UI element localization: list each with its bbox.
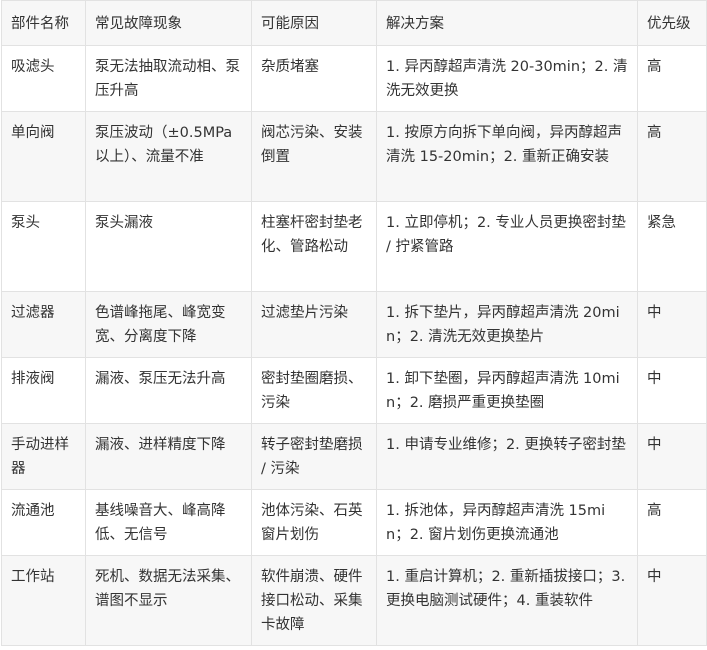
- cell-solution: 1. 立即停机；2. 专业人员更换密封垫 / 拧紧管路: [376, 201, 638, 292]
- cell-priority: 中: [637, 423, 707, 490]
- cell-possible-cause: 过滤垫片污染: [251, 291, 377, 358]
- cell-solution: 1. 拆池体，异丙醇超声清洗 15min；2. 窗片划伤更换流通池: [376, 489, 638, 556]
- table-row: 手动进样器 漏液、进样精度下降 转子密封垫磨损 / 污染 1. 申请专业维修；2…: [1, 423, 707, 490]
- cell-part-name: 泵头: [1, 201, 86, 292]
- cell-priority: 中: [637, 357, 707, 424]
- cell-fault-symptom: 色谱峰拖尾、峰宽变宽、分离度下降: [85, 291, 252, 358]
- table-header-row: 部件名称 常见故障现象 可能原因 解决方案 优先级: [1, 0, 707, 46]
- cell-fault-symptom: 泵头漏液: [85, 201, 252, 292]
- cell-possible-cause: 转子密封垫磨损 / 污染: [251, 423, 377, 490]
- cell-fault-symptom: 泵无法抽取流动相、泵压升高: [85, 45, 252, 112]
- table-row: 流通池 基线噪音大、峰高降低、无信号 池体污染、石英窗片划伤 1. 拆池体，异丙…: [1, 489, 707, 556]
- cell-fault-symptom: 漏液、进样精度下降: [85, 423, 252, 490]
- cell-possible-cause: 池体污染、石英窗片划伤: [251, 489, 377, 556]
- cell-part-name: 工作站: [1, 555, 86, 646]
- cell-priority: 紧急: [637, 201, 707, 292]
- cell-part-name: 流通池: [1, 489, 86, 556]
- cell-fault-symptom: 基线噪音大、峰高降低、无信号: [85, 489, 252, 556]
- header-possible-cause: 可能原因: [251, 0, 377, 46]
- cell-fault-symptom: 死机、数据无法采集、谱图不显示: [85, 555, 252, 646]
- cell-possible-cause: 密封垫圈磨损、污染: [251, 357, 377, 424]
- cell-priority: 中: [637, 291, 707, 358]
- cell-solution: 1. 拆下垫片，异丙醇超声清洗 20min；2. 清洗无效更换垫片: [376, 291, 638, 358]
- header-solution: 解决方案: [376, 0, 638, 46]
- table-row: 过滤器 色谱峰拖尾、峰宽变宽、分离度下降 过滤垫片污染 1. 拆下垫片，异丙醇超…: [1, 291, 707, 358]
- cell-solution: 1. 异丙醇超声清洗 20-30min；2. 清洗无效更换: [376, 45, 638, 112]
- fault-table: 部件名称 常见故障现象 可能原因 解决方案 优先级 吸滤头 泵无法抽取流动相、泵…: [1, 0, 707, 646]
- cell-part-name: 过滤器: [1, 291, 86, 358]
- cell-possible-cause: 杂质堵塞: [251, 45, 377, 112]
- table-row: 吸滤头 泵无法抽取流动相、泵压升高 杂质堵塞 1. 异丙醇超声清洗 20-30m…: [1, 45, 707, 112]
- cell-priority: 高: [637, 111, 707, 202]
- cell-priority: 中: [637, 555, 707, 646]
- table-row: 泵头 泵头漏液 柱塞杆密封垫老化、管路松动 1. 立即停机；2. 专业人员更换密…: [1, 201, 707, 292]
- cell-part-name: 吸滤头: [1, 45, 86, 112]
- cell-possible-cause: 阀芯污染、安装倒置: [251, 111, 377, 202]
- cell-fault-symptom: 泵压波动（±0.5MPa以上）、流量不准: [85, 111, 252, 202]
- cell-priority: 高: [637, 489, 707, 556]
- cell-fault-symptom: 漏液、泵压无法升高: [85, 357, 252, 424]
- table-row: 单向阀 泵压波动（±0.5MPa以上）、流量不准 阀芯污染、安装倒置 1. 按原…: [1, 111, 707, 202]
- cell-solution: 1. 申请专业维修；2. 更换转子密封垫: [376, 423, 638, 490]
- cell-solution: 1. 卸下垫圈，异丙醇超声清洗 10min；2. 磨损严重更换垫圈: [376, 357, 638, 424]
- cell-possible-cause: 软件崩溃、硬件接口松动、采集卡故障: [251, 555, 377, 646]
- cell-solution: 1. 按原方向拆下单向阀，异丙醇超声清洗 15-20min；2. 重新正确安装: [376, 111, 638, 202]
- table-row: 工作站 死机、数据无法采集、谱图不显示 软件崩溃、硬件接口松动、采集卡故障 1.…: [1, 555, 707, 646]
- cell-part-name: 排液阀: [1, 357, 86, 424]
- cell-possible-cause: 柱塞杆密封垫老化、管路松动: [251, 201, 377, 292]
- cell-solution: 1. 重启计算机；2. 重新插拔接口；3. 更换电脑测试硬件；4. 重装软件: [376, 555, 638, 646]
- header-priority: 优先级: [637, 0, 707, 46]
- table-row: 排液阀 漏液、泵压无法升高 密封垫圈磨损、污染 1. 卸下垫圈，异丙醇超声清洗 …: [1, 357, 707, 424]
- header-fault-symptom: 常见故障现象: [85, 0, 252, 46]
- cell-part-name: 手动进样器: [1, 423, 86, 490]
- cell-priority: 高: [637, 45, 707, 112]
- header-part-name: 部件名称: [1, 0, 86, 46]
- cell-part-name: 单向阀: [1, 111, 86, 202]
